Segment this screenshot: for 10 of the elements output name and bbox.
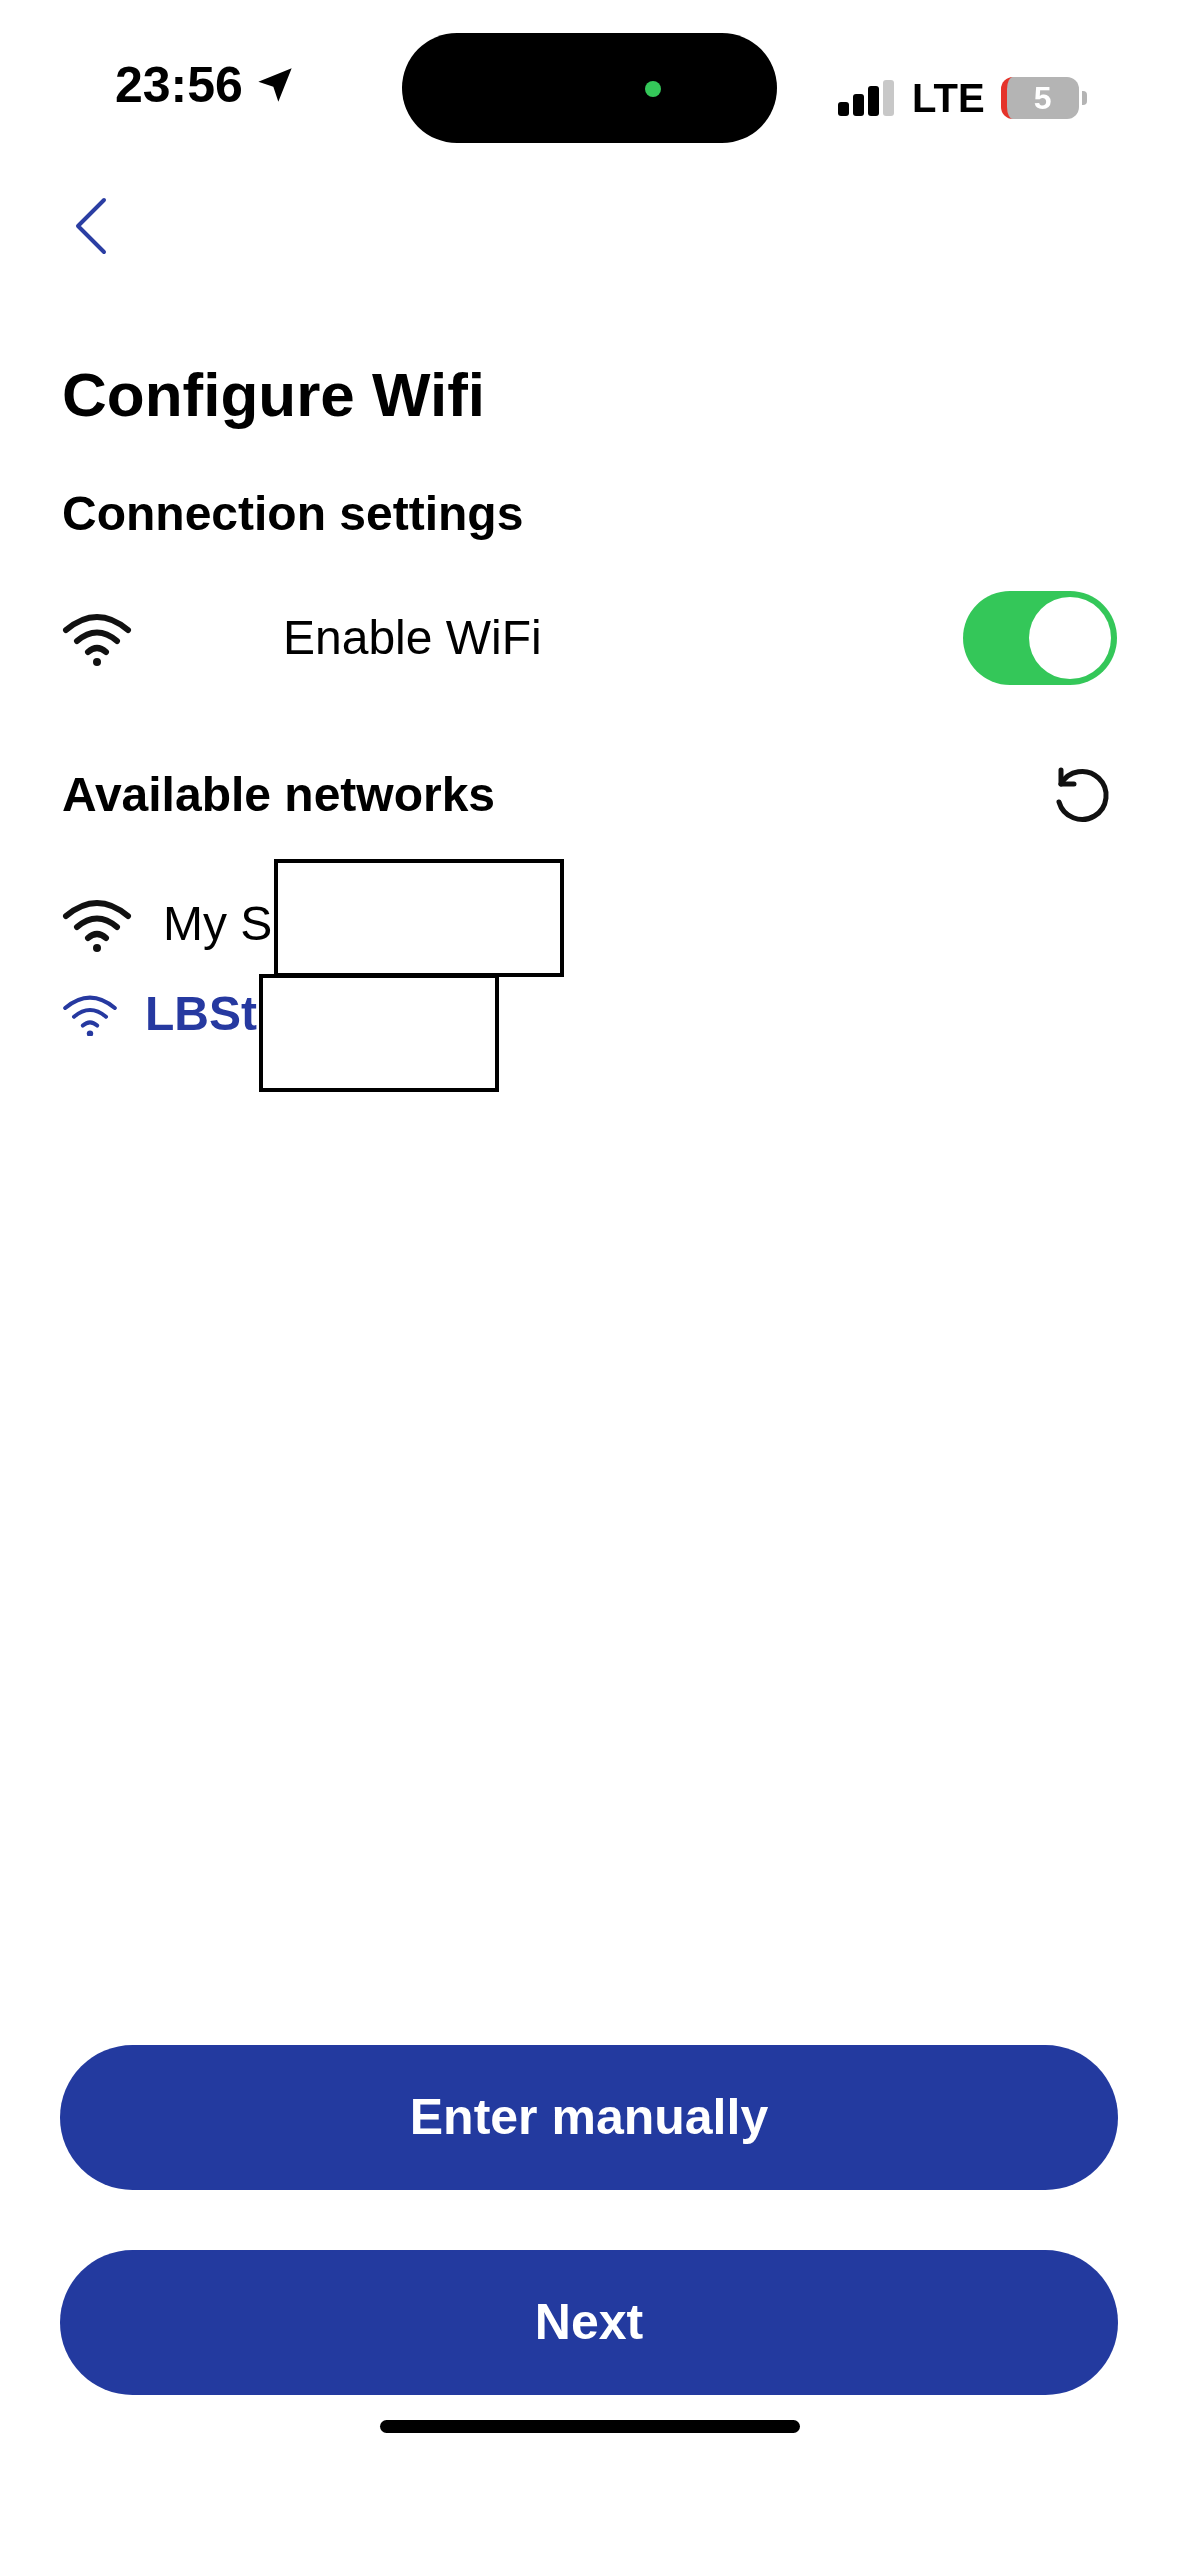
network-item[interactable]: My S	[163, 888, 273, 960]
status-time: 23:56	[115, 55, 243, 115]
section-heading: Available networks	[62, 771, 496, 819]
section-heading: Connection settings	[62, 490, 525, 538]
action-button[interactable]: Enter manually	[60, 2045, 1118, 2190]
network-item[interactable]: LBSt	[145, 978, 257, 1050]
enable-wifi-label: Enable WiFi	[283, 610, 542, 666]
signal-icon	[838, 80, 896, 116]
action-button[interactable]: Next	[60, 2250, 1118, 2395]
network-type: LTE	[912, 75, 985, 122]
